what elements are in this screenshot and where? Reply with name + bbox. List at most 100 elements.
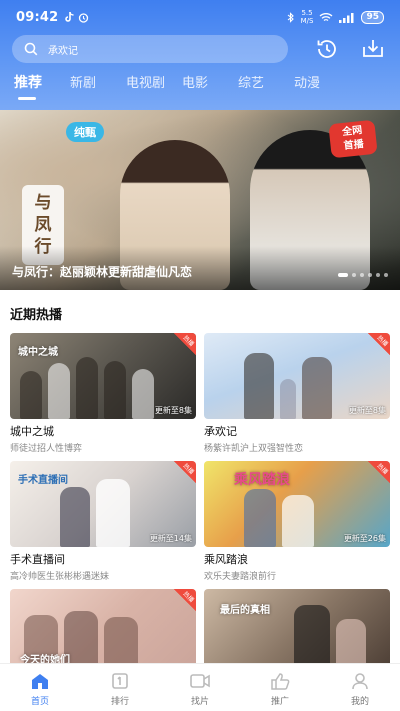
pagination-dot[interactable]	[376, 273, 380, 277]
pagination-dot[interactable]	[368, 273, 372, 277]
tab-recommend[interactable]: 推荐	[14, 72, 70, 102]
nav-ranking[interactable]: 排行	[80, 664, 160, 711]
show-title: 城中之城	[10, 425, 54, 438]
show-thumbnail: 热播 更新至8集	[204, 333, 390, 419]
episode-count: 更新至26集	[343, 534, 386, 543]
poster-people	[60, 479, 130, 547]
hot-badge-label: 热播	[375, 462, 390, 476]
pagination-dot[interactable]	[384, 273, 388, 277]
download-button[interactable]	[360, 36, 386, 62]
tab-label: 新剧	[70, 76, 97, 91]
tab-tv-series[interactable]: 电视剧	[126, 72, 182, 102]
net-speed: 5.5 M/S	[301, 9, 314, 25]
thumb-up-icon	[269, 671, 291, 691]
status-bar: 09:42 5.5 M/S 95	[0, 0, 400, 34]
poster-person	[76, 357, 98, 419]
tab-movie[interactable]: 电影	[182, 72, 238, 102]
tab-label: 动漫	[294, 76, 321, 91]
show-card[interactable]: 城中之城 热播 更新至8集 城中之城 师徒过招人性博弈	[10, 333, 196, 461]
tab-anime[interactable]: 动漫	[294, 72, 350, 102]
net-speed-unit: M/S	[300, 17, 314, 25]
hot-badge-label: 热播	[181, 334, 196, 348]
featured-banner[interactable]: 纯甄 与 凤 行 全网 首播 与凤行：赵丽颖林更新甜虐仙凡恋	[0, 110, 400, 290]
hot-badge: 热播	[174, 333, 196, 355]
tab-active-indicator	[18, 97, 36, 100]
hot-badge: 热播	[174, 461, 196, 483]
hot-badge-label: 热播	[181, 590, 196, 604]
search-input[interactable]: 承欢记	[12, 35, 288, 63]
episode-count: 更新至14集	[149, 534, 192, 543]
hot-badge: 热播	[368, 461, 390, 483]
poster-person	[282, 495, 314, 547]
hot-badge: 热播	[368, 333, 390, 355]
poster-text: 乘风踏浪	[234, 472, 290, 488]
alarm-icon	[79, 12, 89, 23]
poster-tower	[280, 379, 296, 419]
history-button[interactable]	[314, 36, 340, 62]
pagination-dot[interactable]	[352, 273, 356, 277]
nav-label: 找片	[190, 697, 209, 707]
category-tabs: 推荐 新剧 电视剧 电影 综艺 动漫	[14, 72, 350, 102]
show-title: 承欢记	[204, 425, 237, 438]
history-icon	[317, 40, 336, 58]
poster-person	[302, 357, 332, 419]
hot-badge-label: 热播	[375, 334, 390, 348]
poster-person	[60, 487, 90, 547]
poster-title-char: 与	[34, 193, 52, 213]
poster-title-char: 凤	[34, 215, 52, 235]
tab-label: 电影	[182, 76, 209, 91]
poster-person	[48, 363, 70, 419]
tab-label: 推荐	[14, 75, 42, 91]
section-title: 近期热播	[10, 308, 63, 323]
sponsor-logo: 纯甄	[66, 122, 104, 142]
pagination-dot[interactable]	[360, 273, 364, 277]
hot-badge: 热播	[174, 589, 196, 611]
nav-profile[interactable]: 我的	[320, 664, 400, 711]
poster-people	[244, 353, 332, 419]
show-description: 杨紫许凯沪上双强智性恋	[204, 444, 304, 454]
nav-promote[interactable]: 推广	[240, 664, 320, 711]
tab-new-drama[interactable]: 新剧	[70, 72, 126, 102]
net-speed-value: 5.5	[301, 9, 313, 17]
status-right-icons: 5.5 M/S 95	[287, 9, 384, 25]
show-description: 欢乐夫妻踏浪前行	[204, 572, 277, 582]
show-card[interactable]: 手术直播间 热播 更新至14集 手术直播间 高冷帅医生张彬彬遇迷妹	[10, 461, 196, 589]
hot-shows-grid: 城中之城 热播 更新至8集 城中之城 师徒过招人性博弈 热播 更新至8集 承欢记	[10, 333, 390, 711]
nav-find-video[interactable]: 找片	[160, 664, 240, 711]
premiere-badge-line: 首播	[343, 138, 365, 152]
search-placeholder: 承欢记	[48, 45, 78, 57]
tab-variety[interactable]: 综艺	[238, 72, 294, 102]
poster-text: 最后的真相	[220, 605, 270, 616]
show-thumbnail: 城中之城 热播 更新至8集	[10, 333, 196, 419]
tab-label: 电视剧	[126, 76, 166, 91]
episode-count: 更新至8集	[154, 406, 192, 415]
nav-label: 排行	[110, 697, 129, 707]
search-row: 承欢记	[12, 34, 392, 64]
bluetooth-icon	[287, 11, 294, 23]
show-description: 高冷帅医生张彬彬遇迷妹	[10, 572, 110, 582]
premiere-badge: 全网 首播	[328, 119, 378, 159]
pagination-dot[interactable]	[338, 273, 348, 277]
show-description: 师徒过招人性博弈	[10, 444, 83, 454]
poster-person	[244, 353, 274, 419]
tab-label: 综艺	[238, 76, 265, 91]
status-time: 09:42	[16, 9, 59, 25]
nav-home[interactable]: 首页	[0, 664, 80, 711]
user-icon	[349, 671, 371, 691]
poster-person	[244, 489, 276, 547]
bottom-navigation: 首页 排行 找片 推广 我的	[0, 663, 400, 711]
banner-caption: 与凤行：赵丽颖林更新甜虐仙凡恋	[12, 265, 193, 279]
show-thumbnail: 手术直播间 热播 更新至14集	[10, 461, 196, 547]
home-icon	[29, 671, 51, 691]
show-thumbnail: 乘风踏浪 热播 更新至26集	[204, 461, 390, 547]
poster-person	[96, 479, 130, 547]
poster-person	[20, 371, 42, 419]
nav-label: 推广	[270, 697, 289, 707]
episode-count: 更新至8集	[348, 406, 386, 415]
nav-label: 首页	[30, 697, 49, 707]
search-icon	[24, 42, 38, 56]
poster-people	[20, 357, 154, 419]
show-title: 手术直播间	[10, 553, 65, 566]
show-card[interactable]: 热播 更新至8集 承欢记 杨紫许凯沪上双强智性恋	[204, 333, 390, 461]
show-card[interactable]: 乘风踏浪 热播 更新至26集 乘风踏浪 欢乐夫妻踏浪前行	[204, 461, 390, 589]
